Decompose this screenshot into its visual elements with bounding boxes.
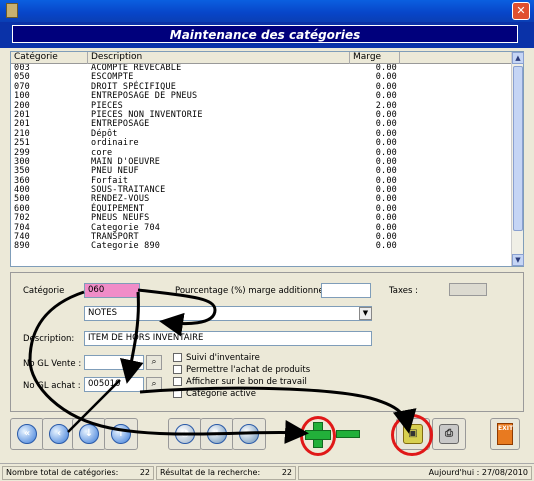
- gl-achat-label: No GL achat :: [23, 381, 81, 391]
- permettre-label: Permettre l'achat de produits: [186, 365, 311, 375]
- categories-grid[interactable]: Catégorie Description Marge 003 ACOMPTE R…: [10, 51, 524, 267]
- lookup-icon[interactable]: ⌕: [146, 355, 162, 370]
- magnifier-icon: ◔: [175, 424, 195, 444]
- scroll-thumb[interactable]: [513, 66, 523, 231]
- afficher-label: Afficher sur le bon de travail: [186, 377, 307, 387]
- gl-achat-field[interactable]: 005010: [84, 377, 144, 392]
- first-record-button[interactable]: «: [10, 418, 44, 450]
- exit-icon: EXIT: [497, 423, 513, 445]
- description-field[interactable]: ITEM DE HORS INVENTAIRE: [84, 331, 372, 346]
- table-row[interactable]: 251 ordinaire 0.00: [11, 138, 513, 148]
- status-bar: Nombre total de catégories: 22 Résultat …: [0, 463, 534, 481]
- zoom-in-icon: +: [207, 424, 227, 444]
- chevron-down-icon[interactable]: ▼: [359, 307, 372, 320]
- table-row[interactable]: 500 RENDEZ-VOUS 0.00: [11, 195, 513, 205]
- page-title: Maintenance des catégories: [12, 25, 518, 43]
- cell-description: Categorie 890: [91, 241, 161, 252]
- pct-label: Pourcentage (%) marge additionnelle :: [175, 286, 340, 296]
- window-titlebar: ✕: [0, 0, 534, 22]
- search-button[interactable]: ◔: [168, 418, 202, 450]
- pct-field[interactable]: [321, 283, 371, 298]
- column-header-marge[interactable]: Marge: [350, 52, 400, 64]
- cell-categorie: 890: [14, 241, 30, 252]
- type-select[interactable]: NOTES: [84, 306, 372, 321]
- scroll-down-arrow-icon[interactable]: ▼: [512, 254, 524, 266]
- zoom-in-button[interactable]: +: [200, 418, 234, 450]
- annotation-circle-save: [391, 414, 433, 456]
- status-result: Résultat de la recherche: 22: [156, 466, 296, 480]
- status-total-label: Nombre total de catégories:: [6, 468, 119, 477]
- zoom-out-button[interactable]: −: [232, 418, 266, 450]
- table-row[interactable]: 400 SOUS-TRAITANCE 0.00: [11, 185, 513, 195]
- lookup-icon[interactable]: ⌕: [146, 377, 162, 392]
- categorie-field[interactable]: 060: [84, 283, 140, 298]
- table-row[interactable]: 350 PNEU NEUF 0.00: [11, 166, 513, 176]
- scroll-up-arrow-icon[interactable]: ▲: [512, 52, 524, 64]
- status-total-value: 22: [139, 468, 150, 477]
- table-row[interactable]: 050 ESCOMPTE 0.00: [11, 72, 513, 82]
- previous-record-button[interactable]: ‹: [42, 418, 76, 450]
- table-row[interactable]: 360 Forfait 0.00: [11, 176, 513, 186]
- permettre-checkbox[interactable]: [173, 365, 182, 374]
- grid-scrollbar[interactable]: ▲ ▼: [511, 52, 524, 266]
- table-row[interactable]: 210 Dépôt 0.00: [11, 129, 513, 139]
- category-form: Catégorie 060 Pourcentage (%) marge addi…: [10, 272, 524, 412]
- next-record-button[interactable]: ↓: [72, 418, 106, 450]
- delete-category-icon[interactable]: [336, 430, 360, 438]
- print-button[interactable]: ⎙: [432, 418, 466, 450]
- table-row[interactable]: 003 ACOMPTE REVECABLE 0.00: [11, 64, 513, 73]
- table-row[interactable]: 299 core 0.00: [11, 148, 513, 158]
- suivi-label: Suivi d'inventaire: [186, 353, 260, 363]
- annotation-circle-add: [300, 416, 336, 456]
- status-result-label: Résultat de la recherche:: [160, 468, 261, 477]
- taxes-label: Taxes :: [389, 286, 418, 296]
- status-result-value: 22: [281, 468, 292, 477]
- cell-marge: 0.00: [375, 241, 397, 252]
- zoom-out-icon: −: [239, 424, 259, 444]
- column-header-categorie[interactable]: Catégorie: [11, 52, 88, 64]
- afficher-checkbox[interactable]: [173, 377, 182, 386]
- last-record-button[interactable]: ↑: [104, 418, 138, 450]
- table-row[interactable]: 070 DROIT SPÉCIFIQUE 0.00: [11, 82, 513, 92]
- table-row[interactable]: 200 PIECES 2.00: [11, 101, 513, 111]
- description-label: Description:: [23, 334, 75, 344]
- table-row[interactable]: 704 Categorie 704 0.00: [11, 223, 513, 233]
- exit-button[interactable]: EXIT: [490, 418, 520, 450]
- column-header-description[interactable]: Description: [88, 52, 350, 64]
- grid-rows: 003 ACOMPTE REVECABLE 0.00 050 ESCOMPTE 0.00 0…: [11, 64, 513, 266]
- app-icon: [6, 3, 18, 18]
- table-row[interactable]: 600 ÉQUIPEMENT 0.00: [11, 204, 513, 214]
- printer-icon: ⎙: [439, 424, 459, 444]
- categorie-active-label: Catégorie active: [186, 389, 256, 399]
- categorie-label: Catégorie: [23, 286, 65, 296]
- status-total: Nombre total de catégories: 22: [2, 466, 154, 480]
- table-row[interactable]: 300 MAIN D'OEUVRE 0.00: [11, 157, 513, 167]
- previous-icon: ‹: [49, 424, 69, 444]
- table-row[interactable]: 740 TRANSPORT 0.00: [11, 232, 513, 242]
- taxes-button[interactable]: [449, 283, 487, 296]
- gl-vente-label: No GL Vente :: [23, 359, 82, 369]
- first-icon: «: [17, 424, 37, 444]
- table-row[interactable]: 890 Categorie 890 0.00: [11, 241, 513, 252]
- last-icon: ↑: [111, 424, 131, 444]
- gl-vente-field[interactable]: [84, 355, 144, 370]
- suivi-checkbox[interactable]: [173, 353, 182, 362]
- table-row[interactable]: 100 ENTREPOSAGE DE PNEUS 0.00: [11, 91, 513, 101]
- close-button[interactable]: ✕: [512, 2, 530, 20]
- categorie-active-checkbox[interactable]: [173, 389, 182, 398]
- table-row[interactable]: 702 PNEUS NEUFS 0.00: [11, 213, 513, 223]
- table-row[interactable]: 201 PIECES NON INVENTORIE 0.00: [11, 110, 513, 120]
- status-date: Aujourd'hui : 27/08/2010: [298, 466, 532, 480]
- next-icon: ↓: [79, 424, 99, 444]
- grid-header: Catégorie Description Marge: [11, 52, 513, 64]
- table-row[interactable]: 201 ENTREPOSAGE 0.00: [11, 119, 513, 129]
